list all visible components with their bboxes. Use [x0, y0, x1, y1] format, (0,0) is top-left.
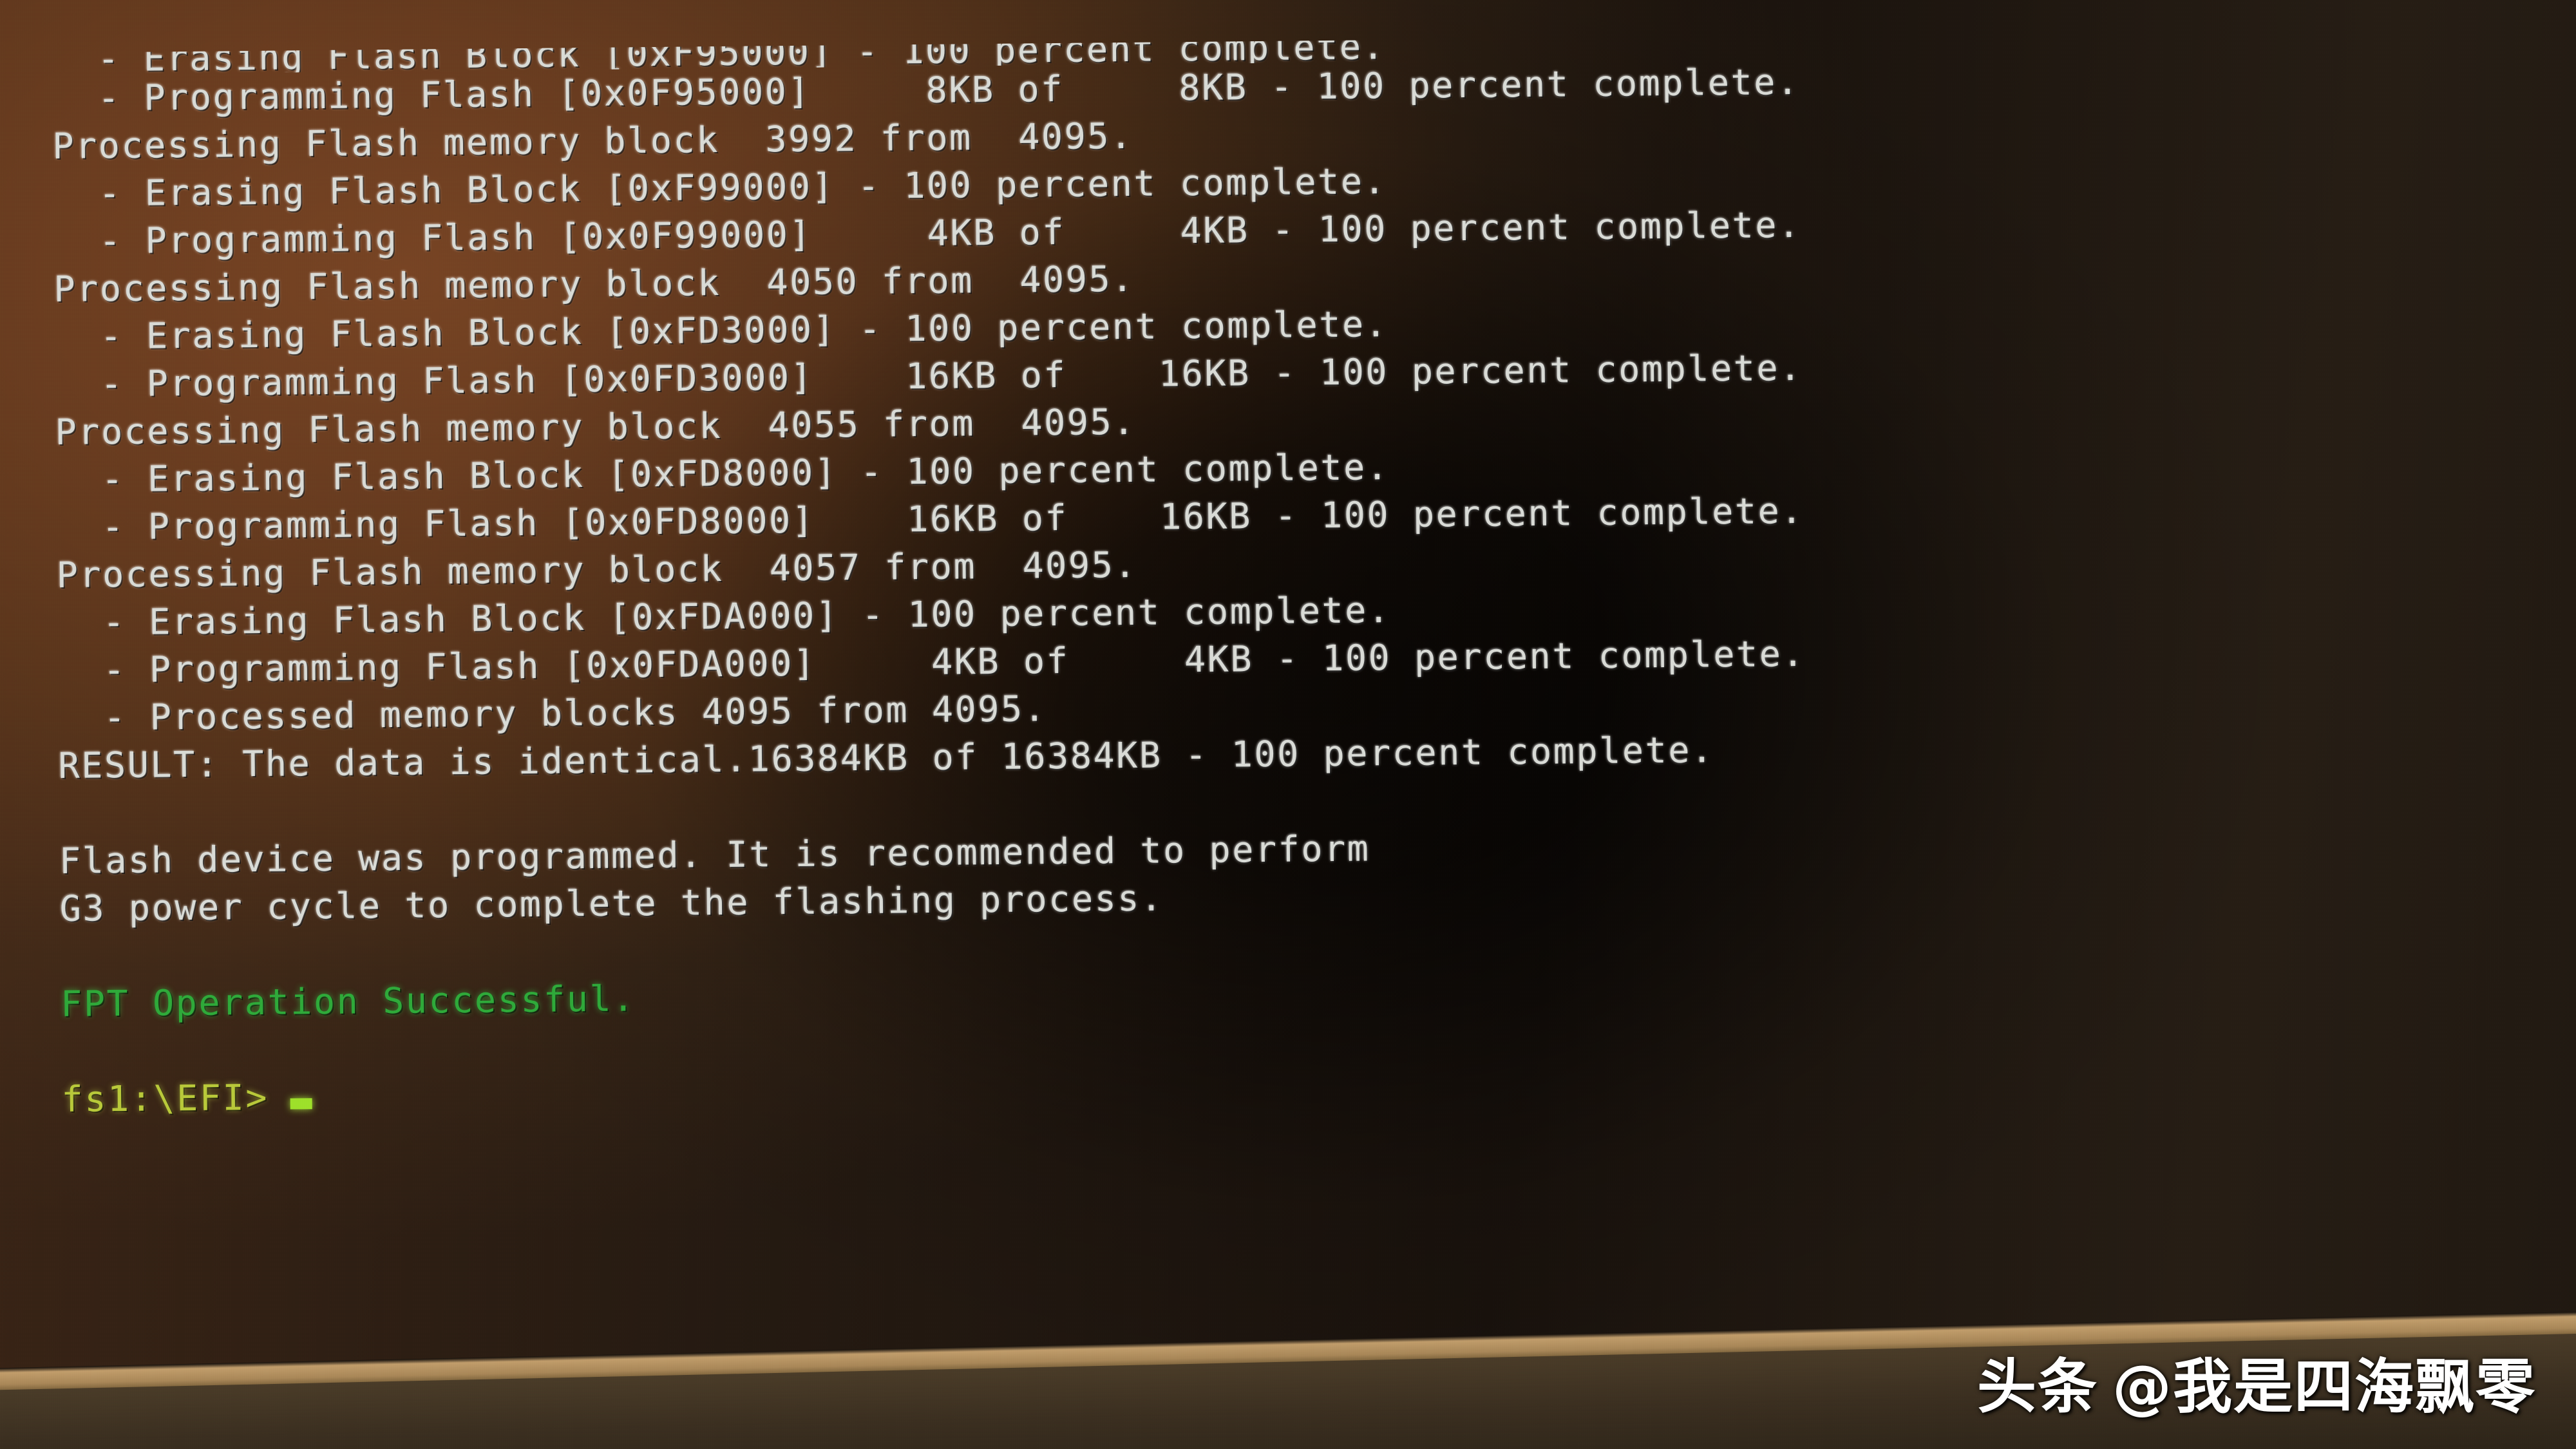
console-line-text: Processing Flash memory block 3992 from … [52, 115, 1134, 167]
console-line-text [60, 936, 83, 977]
console-line-text [61, 1031, 84, 1072]
screenshot-root: - Erasing Flash Block [0xF95000] - 100 p… [0, 0, 2576, 1449]
console-line-text: - Processed memory blocks 4095 from 4095… [57, 688, 1047, 739]
console-line-text: fs1:\EFI> [61, 1076, 269, 1120]
console-line-text: Processing Flash memory block 4057 from … [56, 544, 1138, 596]
console-line-text: G3 power cycle to complete the flashing … [59, 877, 1164, 929]
console-line-text: Processing Flash memory block 4055 from … [55, 401, 1137, 453]
console-line-text [59, 793, 82, 834]
console-line-text: FPT Operation Successful. [60, 978, 636, 1025]
watermark: 头条 @我是四海飘零 [1977, 1339, 2536, 1425]
watermark-handle: @我是四海飘零 [2112, 1352, 2536, 1421]
efi-shell-console-output[interactable]: - Erasing Flash Block [0xF95000] - 100 p… [52, 28, 2576, 1123]
console-line-text: Processing Flash memory block 4050 from … [53, 258, 1135, 310]
watermark-brand: 头条 [1976, 1352, 2098, 1421]
text-cursor[interactable] [290, 1098, 313, 1110]
